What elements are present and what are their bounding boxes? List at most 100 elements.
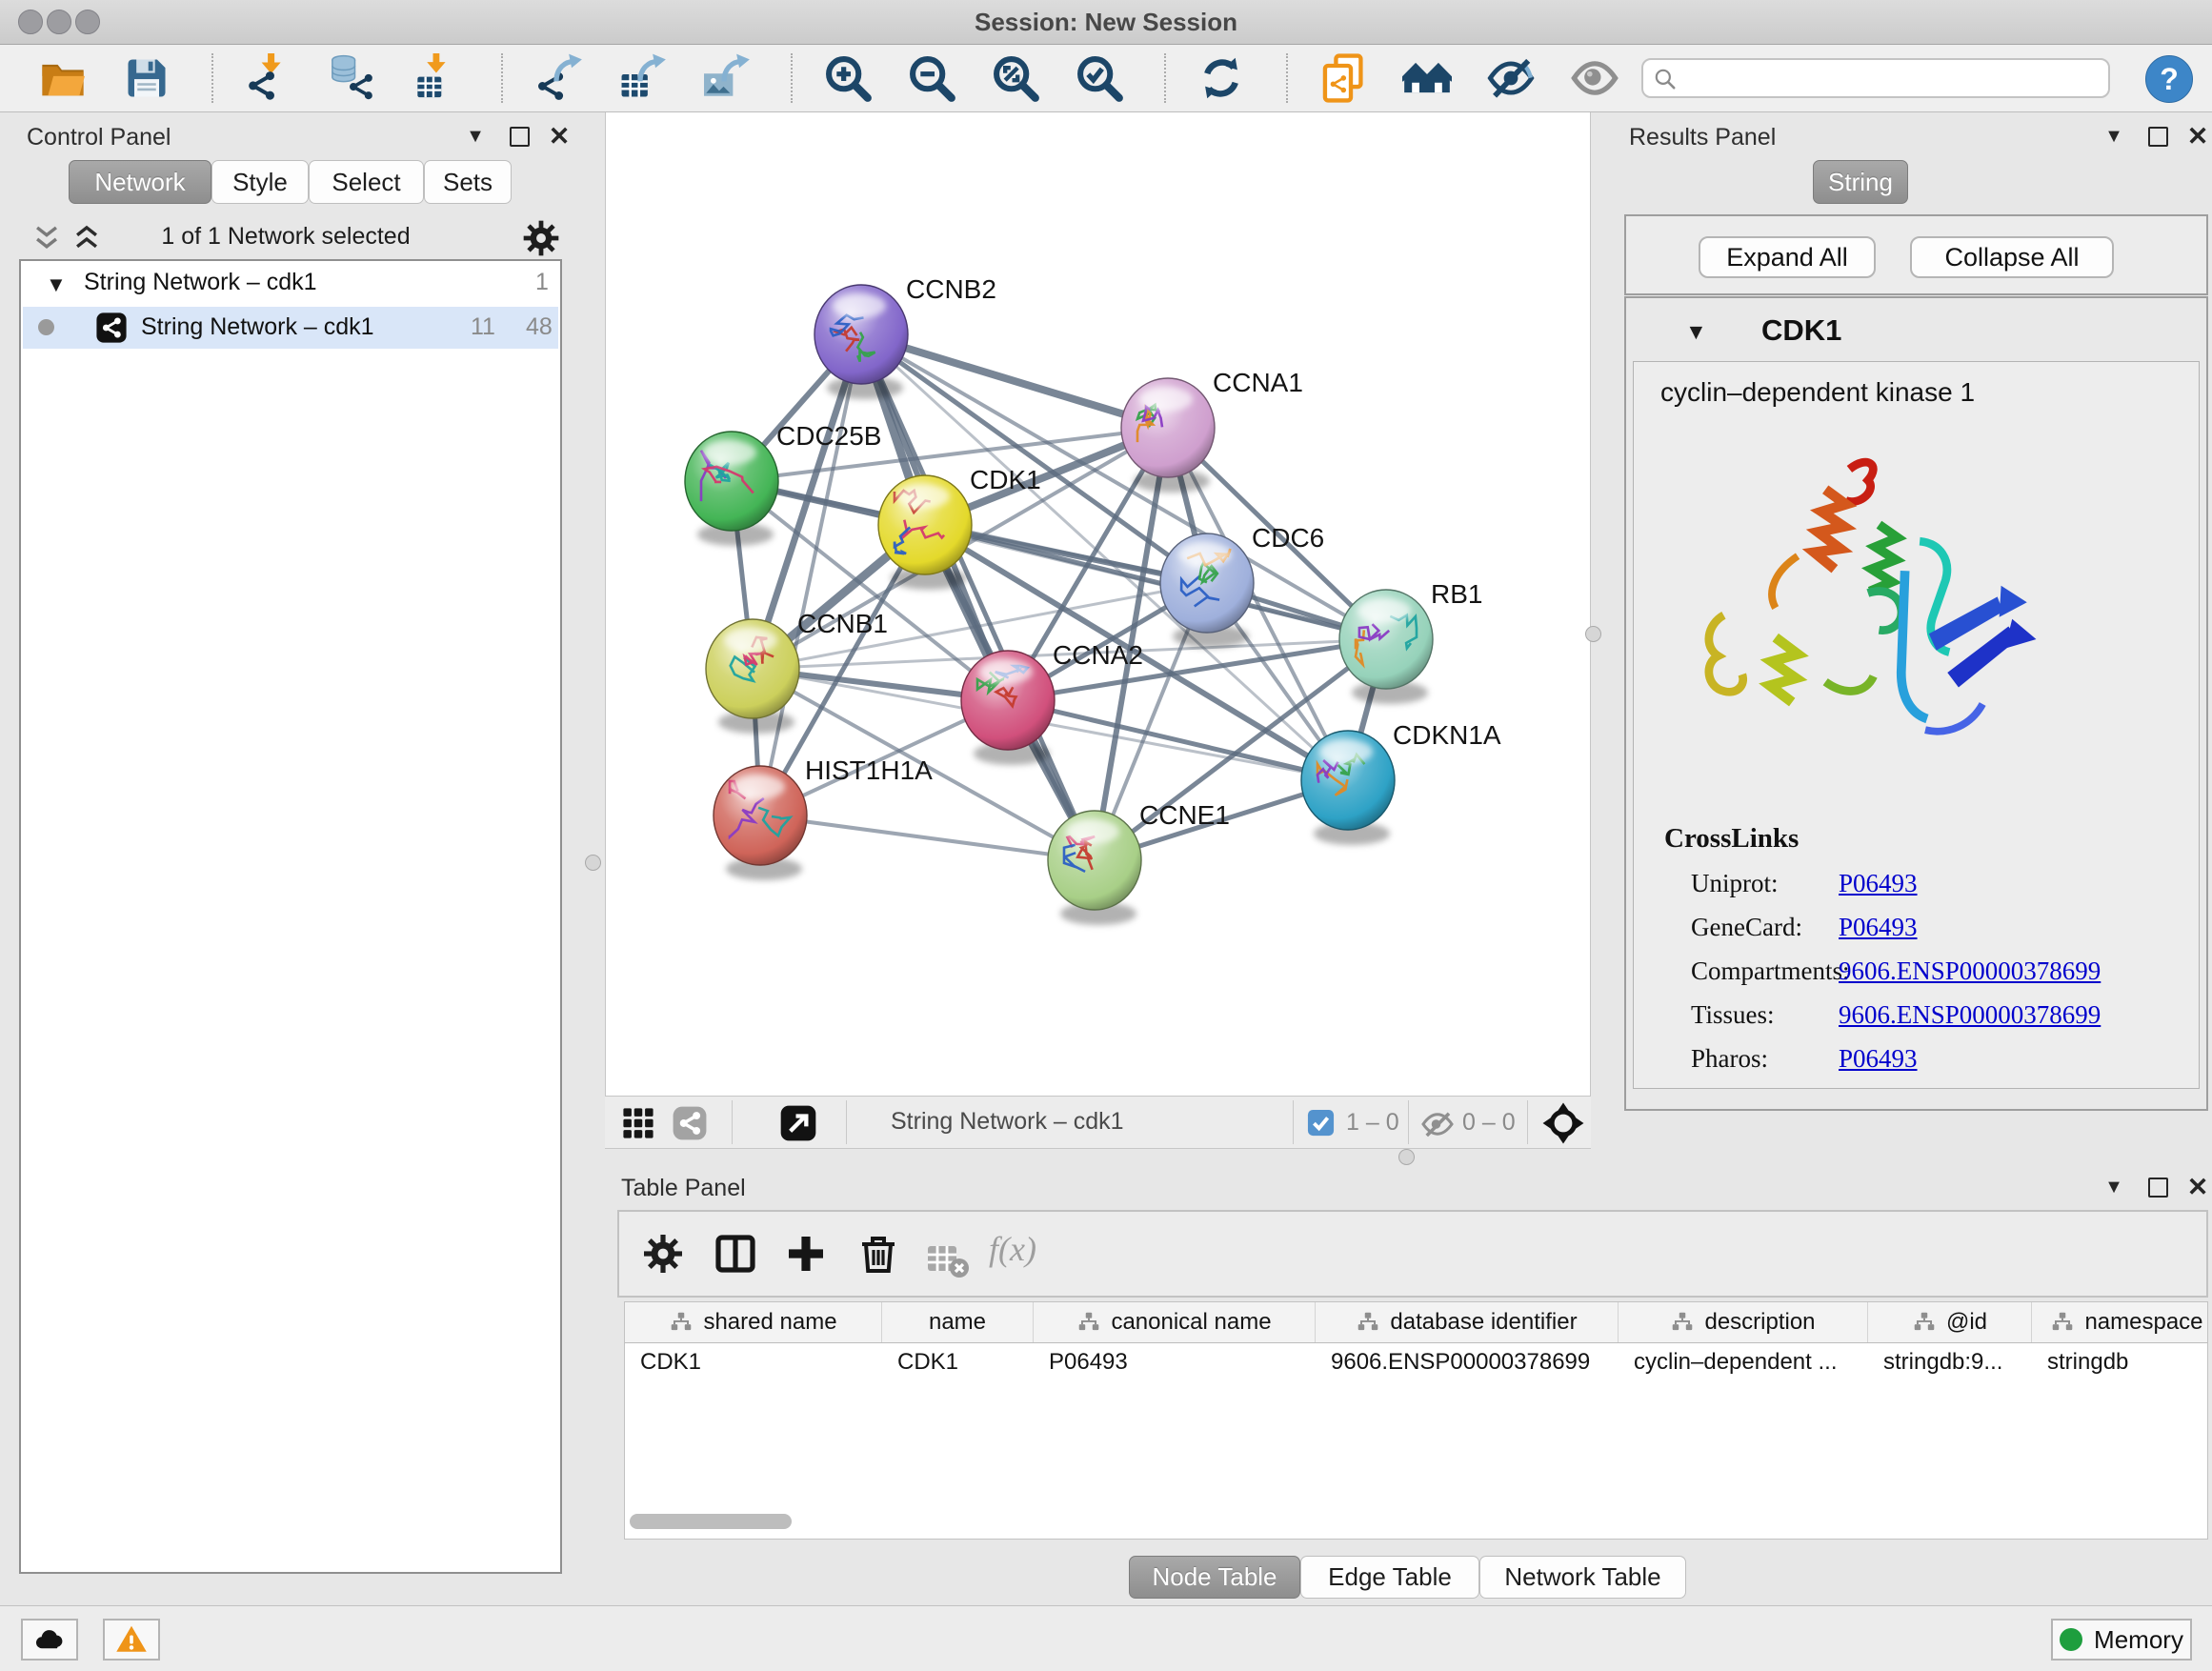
import-network-from-file-icon[interactable]: [242, 51, 295, 105]
right-splitter-handle[interactable]: [1585, 626, 1601, 642]
table-cell[interactable]: stringdb: [2032, 1342, 2208, 1382]
hide-details-icon[interactable]: [1484, 51, 1538, 105]
table-row[interactable]: CDK1CDK1P064939606.ENSP00000378699cyclin…: [625, 1342, 2208, 1382]
network-options-gear-icon[interactable]: [520, 217, 562, 259]
results-panel-float-icon[interactable]: [2143, 124, 2172, 149]
search-input[interactable]: [1685, 62, 2099, 96]
tab-node-table[interactable]: Node Table: [1129, 1556, 1300, 1599]
collection-collapse-icon[interactable]: ▼: [46, 272, 67, 297]
node-CDC25B[interactable]: CDC25B: [685, 421, 881, 546]
delete-column-trash-icon[interactable]: [855, 1231, 901, 1277]
birds-eye-grid-icon[interactable]: [622, 1107, 654, 1139]
tab-sets[interactable]: Sets: [424, 160, 512, 204]
protein-collapse-icon[interactable]: ▼: [1685, 319, 1707, 345]
control-panel-float-icon[interactable]: [505, 124, 533, 149]
crosslink-tissues-link[interactable]: 9606.ENSP00000378699: [1839, 1000, 2101, 1030]
table-cell[interactable]: cyclin–dependent ...: [1619, 1342, 1868, 1382]
edge-HIST1H1A-CCNE1[interactable]: [760, 815, 1095, 860]
import-table-from-file-icon[interactable]: [410, 51, 463, 105]
control-panel-close-icon[interactable]: ✕: [545, 124, 573, 149]
node-CDK1[interactable]: CDK1: [878, 465, 1041, 590]
zoom-out-icon[interactable]: [905, 51, 958, 105]
column-header-canonical-name[interactable]: canonical name: [1034, 1302, 1316, 1342]
collapse-all-button[interactable]: Collapse All: [1910, 236, 2114, 278]
function-builder-icon[interactable]: f(x): [989, 1229, 1036, 1269]
edge-CCNB2-CCNA1[interactable]: [861, 334, 1168, 428]
zoom-fit-icon[interactable]: [989, 51, 1042, 105]
results-panel-menu-icon[interactable]: ▼: [2100, 124, 2128, 149]
save-session-icon[interactable]: [120, 51, 173, 105]
table-cell[interactable]: P06493: [1034, 1342, 1316, 1382]
column-header-description[interactable]: description: [1619, 1302, 1868, 1342]
network-share-icon[interactable]: [672, 1105, 708, 1141]
crosslink-genecard-link[interactable]: P06493: [1839, 913, 1918, 942]
tab-string[interactable]: String: [1813, 160, 1908, 204]
export-network-icon[interactable]: [532, 51, 585, 105]
node-CDKN1A[interactable]: CDKN1A: [1301, 720, 1501, 845]
node-CDC6[interactable]: CDC6: [1160, 523, 1324, 648]
node-CCNE1[interactable]: CCNE1: [1048, 800, 1230, 925]
tab-select[interactable]: Select: [309, 160, 424, 204]
column-header--id[interactable]: @id: [1868, 1302, 2032, 1342]
control-panel-menu-icon[interactable]: ▼: [461, 124, 490, 149]
create-column-plus-icon[interactable]: [783, 1231, 829, 1277]
column-header-shared-name[interactable]: shared name: [625, 1302, 882, 1342]
crosslink-pharos-link[interactable]: P06493: [1839, 1044, 1918, 1074]
horizontal-scrollbar-thumb[interactable]: [630, 1514, 792, 1529]
bottom-splitter-handle[interactable]: [1398, 1149, 1415, 1165]
export-table-icon[interactable]: [615, 51, 669, 105]
tab-network[interactable]: Network: [69, 160, 211, 204]
open-in-new-window-icon[interactable]: [779, 1104, 817, 1142]
help-button[interactable]: ?: [2145, 55, 2193, 103]
node-CCNB1[interactable]: CCNB1: [706, 609, 888, 734]
fit-selected-crosshair-icon[interactable]: [1541, 1101, 1585, 1145]
delete-table-icon[interactable]: [924, 1237, 962, 1275]
table-panel-float-icon[interactable]: [2143, 1175, 2172, 1199]
table-cell[interactable]: stringdb:9...: [1868, 1342, 2032, 1382]
clone-network-icon[interactable]: [1317, 51, 1370, 105]
cloud-button[interactable]: [21, 1619, 78, 1661]
node-HIST1H1A[interactable]: HIST1H1A: [714, 755, 933, 880]
hidden-eye-slash-icon[interactable]: [1420, 1107, 1455, 1141]
column-header-label: shared name: [703, 1309, 836, 1336]
tab-edge-table[interactable]: Edge Table: [1300, 1556, 1479, 1599]
node-CCNB2[interactable]: CCNB2: [814, 274, 996, 399]
show-eye-icon[interactable]: [1568, 51, 1621, 105]
column-header-namespace[interactable]: namespace: [2032, 1302, 2208, 1342]
column-header-database-identifier[interactable]: database identifier: [1316, 1302, 1619, 1342]
tab-style[interactable]: Style: [211, 160, 309, 204]
show-columns-icon[interactable]: [713, 1231, 758, 1277]
search-field[interactable]: [1641, 58, 2110, 98]
collapse-all-chevron-icon[interactable]: [30, 223, 63, 252]
network-list-item[interactable]: String Network – cdk1 11 48: [23, 307, 558, 349]
network-graph[interactable]: CCNB2CCNA1CDC25BCDK1CDC6RB1CCNB1CCNA2CDK…: [606, 112, 1590, 1096]
tab-network-table[interactable]: Network Table: [1479, 1556, 1686, 1599]
crosslink-compartments-link[interactable]: 9606.ENSP00000378699: [1839, 956, 2101, 986]
node-RB1[interactable]: RB1: [1339, 579, 1482, 704]
results-panel-close-icon[interactable]: ✕: [2183, 124, 2212, 149]
expand-all-button[interactable]: Expand All: [1699, 236, 1876, 278]
open-session-icon[interactable]: [36, 51, 90, 105]
table-cell[interactable]: CDK1: [882, 1342, 1034, 1382]
column-header-name[interactable]: name: [882, 1302, 1034, 1342]
table-settings-gear-icon[interactable]: [640, 1231, 686, 1277]
selected-checkbox-icon[interactable]: [1306, 1108, 1336, 1137]
table-cell[interactable]: CDK1: [625, 1342, 882, 1382]
table-cell[interactable]: 9606.ENSP00000378699: [1316, 1342, 1619, 1382]
zoom-in-icon[interactable]: [821, 51, 875, 105]
left-splitter-handle[interactable]: [585, 855, 601, 871]
zoom-selected-icon[interactable]: [1073, 51, 1126, 105]
edge-CCNB2-HIST1H1A[interactable]: [760, 334, 861, 815]
table-panel-close-icon[interactable]: ✕: [2183, 1175, 2212, 1199]
import-network-from-database-icon[interactable]: [326, 51, 379, 105]
crosslink-uniprot-link[interactable]: P06493: [1839, 869, 1918, 898]
table-panel-menu-icon[interactable]: ▼: [2100, 1175, 2128, 1199]
export-image-icon[interactable]: [699, 51, 753, 105]
update-network-icon[interactable]: [1195, 51, 1248, 105]
collection-name[interactable]: String Network – cdk1: [84, 269, 317, 296]
memory-button[interactable]: Memory: [2051, 1619, 2192, 1661]
edge-CCNA2-CDKN1A[interactable]: [1008, 700, 1348, 780]
warnings-button[interactable]: [103, 1619, 160, 1661]
string-home-icon[interactable]: [1400, 51, 1454, 105]
network-canvas[interactable]: CCNB2CCNA1CDC25BCDK1CDC6RB1CCNB1CCNA2CDK…: [605, 112, 1591, 1096]
